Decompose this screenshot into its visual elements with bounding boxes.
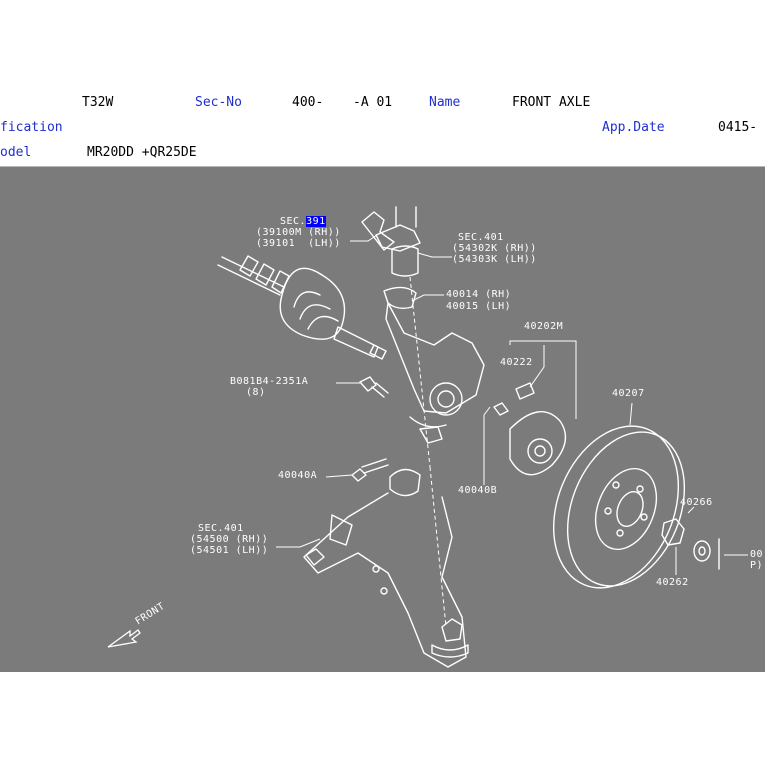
- front-axle-drawing: [107, 206, 748, 668]
- bolt-40040a: [351, 458, 389, 482]
- callout-sec401-bottom[interactable]: SEC.401: [198, 524, 244, 534]
- callout-40207[interactable]: 40207: [612, 389, 645, 399]
- callout-40040b[interactable]: 40040B: [458, 486, 497, 496]
- callout-sec401-top[interactable]: SEC.401: [458, 233, 504, 243]
- callout-sec391[interactable]: SEC.391: [280, 216, 326, 227]
- name-label: Name: [429, 95, 461, 110]
- callout-54302k[interactable]: (54302K (RH)): [452, 244, 537, 254]
- callout-40014[interactable]: 40014 (RH): [446, 290, 511, 300]
- sec-no-suffix: -A 01: [353, 95, 393, 110]
- strut-bracket: [361, 206, 421, 277]
- drive-shaft: [217, 255, 387, 360]
- callout-40202m[interactable]: 40202M: [524, 322, 563, 332]
- app-date-label: App.Date: [602, 120, 665, 135]
- callout-40266[interactable]: 40266: [680, 498, 713, 508]
- sec-no-value: 400-: [292, 95, 324, 110]
- app-date-value: 0415-: [718, 120, 758, 135]
- specification-label: fication: [0, 120, 63, 135]
- callout-39100m[interactable]: (39100M (RH)): [256, 228, 341, 238]
- front-arrow: [107, 629, 141, 648]
- callout-40015[interactable]: 40015 (LH): [446, 302, 511, 312]
- callout-bolt-b[interactable]: B081B4-2351A: [230, 377, 308, 387]
- model-code: T32W: [82, 95, 114, 110]
- callout-40222[interactable]: 40222: [500, 358, 533, 368]
- knuckle-bolt: [359, 376, 389, 398]
- callout-39101[interactable]: (39101 (LH)): [256, 239, 341, 249]
- callout-40040a[interactable]: 40040A: [278, 471, 317, 481]
- part-info-header: T32W Sec-No 400- -A 01 Name FRONT AXLE f…: [0, 91, 765, 167]
- model-value: MR20DD +QR25DE: [87, 145, 197, 160]
- leader-lines: [276, 232, 748, 628]
- callout-40262[interactable]: 40262: [656, 578, 689, 588]
- callout-bolt-qty[interactable]: (8): [246, 388, 266, 398]
- callout-54500[interactable]: (54500 (RH)): [190, 535, 268, 545]
- callout-p[interactable]: P): [750, 561, 763, 571]
- model-label: odel: [0, 145, 32, 160]
- sec-no-label: Sec-No: [195, 95, 242, 110]
- callout-54501[interactable]: (54501 (LH)): [190, 546, 268, 556]
- name-value: FRONT AXLE: [512, 95, 591, 110]
- lower-arm: [303, 468, 469, 668]
- callout-sec391-highlight[interactable]: 391: [306, 216, 326, 227]
- callout-00[interactable]: 00: [750, 550, 763, 560]
- parts-diagram[interactable]: SEC.391 (39100M (RH)) (39101 (LH)) SEC.4…: [0, 167, 765, 672]
- callout-54303k[interactable]: (54303K (LH)): [452, 255, 537, 265]
- hub-assembly: [493, 382, 567, 476]
